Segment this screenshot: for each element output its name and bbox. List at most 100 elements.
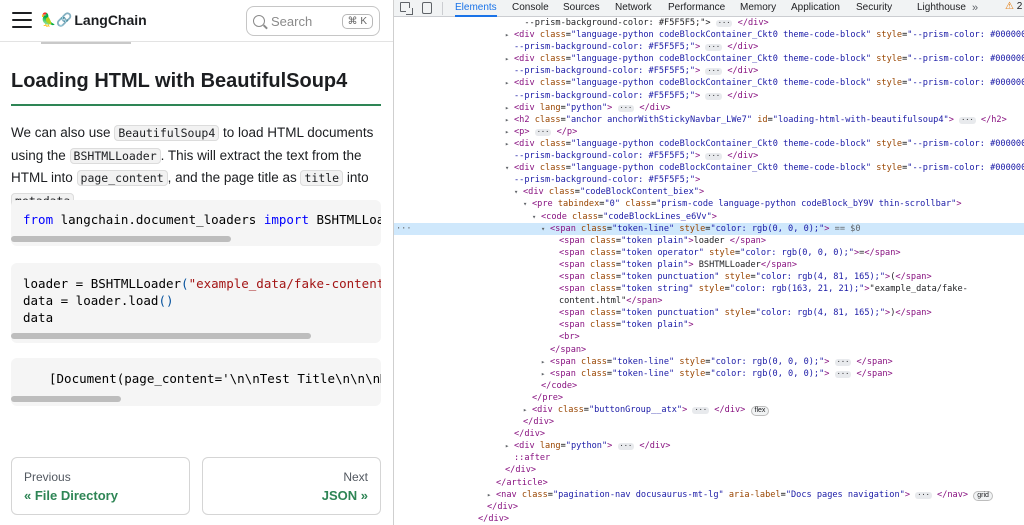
dom-node-line[interactable]: </div> bbox=[394, 501, 1024, 513]
dom-node-line[interactable]: </article> bbox=[394, 477, 1024, 489]
expand-triangle-icon[interactable]: ▸ bbox=[505, 114, 509, 126]
expand-triangle-icon[interactable]: ▸ bbox=[505, 102, 509, 114]
dom-node-line[interactable]: <span class="token punctuation" style="c… bbox=[394, 307, 1024, 319]
dom-node-line[interactable]: ▸ <div lang="python"> ··· </div> bbox=[394, 440, 1024, 452]
dom-node-markup: --prism-background-color: #F5F5F5;"> ···… bbox=[514, 90, 759, 101]
expand-triangle-icon[interactable]: ▸ bbox=[505, 126, 509, 138]
dom-node-line[interactable]: ▸ <div class="language-python codeBlockCo… bbox=[394, 138, 1024, 150]
dom-node-markup: <div class="buttonGroup__atx"> ··· </div… bbox=[532, 404, 770, 416]
expand-triangle-icon[interactable]: ▸ bbox=[505, 29, 509, 41]
collapse-triangle-icon[interactable]: ▾ bbox=[541, 223, 545, 235]
tab-performance[interactable]: Performance bbox=[668, 0, 725, 17]
dom-node-line[interactable]: ▾ <div class="language-python codeBlockCo… bbox=[394, 162, 1024, 174]
tab-application[interactable]: Application bbox=[791, 0, 840, 17]
collapse-triangle-icon[interactable]: ▾ bbox=[514, 186, 518, 198]
dom-node-line[interactable]: ▸ <div class="language-python codeBlockCo… bbox=[394, 29, 1024, 41]
dom-node-line[interactable]: <span class="token plain">loader </span> bbox=[394, 235, 1024, 247]
pagination-next-link[interactable]: Next JSON » bbox=[202, 457, 381, 515]
pager-next-label: JSON » bbox=[321, 488, 368, 503]
dom-node-markup: --prism-background-color: #F5F5F5;"> ···… bbox=[514, 18, 769, 28]
tab-elements[interactable]: Elements bbox=[455, 0, 497, 17]
menu-icon[interactable] bbox=[12, 12, 32, 28]
expand-triangle-icon[interactable]: ▸ bbox=[505, 53, 509, 65]
warning-badge[interactable]: ⚠ 2 bbox=[1005, 1, 1022, 12]
collapse-triangle-icon[interactable]: ▾ bbox=[523, 198, 527, 210]
dom-node-line[interactable]: </div> bbox=[394, 464, 1024, 476]
horizontal-scrollbar[interactable] bbox=[11, 333, 311, 339]
dom-node-line[interactable]: ▸ <nav class="pagination-nav docusaurus-m… bbox=[394, 489, 1024, 501]
dom-node-line[interactable]: ▸ <span class="token-line" style="color: … bbox=[394, 356, 1024, 368]
dom-node-line[interactable]: --prism-background-color: #F5F5F5;"> ···… bbox=[394, 17, 1024, 29]
dom-node-line[interactable]: </pre> bbox=[394, 392, 1024, 404]
more-tabs-chevron-icon[interactable]: » bbox=[972, 0, 978, 16]
dom-node-line[interactable]: ▸ <div class="language-python codeBlockCo… bbox=[394, 53, 1024, 65]
dom-node-line[interactable]: </div> bbox=[394, 513, 1024, 525]
dom-node-line[interactable]: ::after bbox=[394, 452, 1024, 464]
dom-node-line[interactable]: ··· ▾ <span class="token-line" style="colo… bbox=[394, 222, 1024, 235]
dom-node-line[interactable]: ▾ <code class="codeBlockLines_e6Vv"> bbox=[394, 211, 1024, 223]
expand-triangle-icon[interactable]: ▸ bbox=[487, 489, 491, 501]
horizontal-scrollbar[interactable] bbox=[11, 236, 231, 242]
dom-node-line[interactable]: <span class="token punctuation" style="c… bbox=[394, 271, 1024, 283]
dom-node-markup: </div> bbox=[523, 417, 555, 428]
expand-triangle-icon[interactable]: ▸ bbox=[505, 77, 509, 89]
collapse-triangle-icon[interactable]: ▾ bbox=[532, 211, 536, 223]
dom-node-line[interactable]: --prism-background-color: #F5F5F5;"> ···… bbox=[394, 150, 1024, 162]
tab-lighthouse[interactable]: Lighthouse bbox=[917, 0, 966, 17]
dom-node-line[interactable]: <span class="token operator" style="colo… bbox=[394, 247, 1024, 259]
dom-node-line[interactable]: </span> bbox=[394, 344, 1024, 356]
dom-node-markup: <div class="codeBlockContent_biex"> bbox=[523, 187, 705, 198]
dom-node-line[interactable]: <span class="token string" style="color:… bbox=[394, 283, 1024, 295]
dom-node-line[interactable]: ▾ <div class="codeBlockContent_biex"> bbox=[394, 186, 1024, 198]
expand-triangle-icon[interactable]: ▸ bbox=[541, 368, 545, 380]
dom-node-line[interactable]: ▾ <pre tabindex="0" class="prism-code lan… bbox=[394, 198, 1024, 210]
expand-triangle-icon[interactable]: ▸ bbox=[505, 138, 509, 150]
dom-node-line[interactable]: ▸ <div class="buttonGroup__atx"> ··· </di… bbox=[394, 404, 1024, 416]
dom-node-line[interactable]: <span class="token plain"> BSHTMLLoader<… bbox=[394, 259, 1024, 271]
dom-node-line[interactable]: </div> bbox=[394, 416, 1024, 428]
horizontal-scrollbar[interactable] bbox=[11, 396, 121, 402]
code-token: ( bbox=[181, 276, 189, 291]
collapse-triangle-icon[interactable]: ▾ bbox=[505, 162, 509, 174]
expand-triangle-icon[interactable]: ▸ bbox=[541, 356, 545, 368]
dom-node-line[interactable]: --prism-background-color: #F5F5F5;"> bbox=[394, 174, 1024, 186]
dom-node-line[interactable]: ▸ <p> ··· </p> bbox=[394, 126, 1024, 138]
dom-node-line[interactable]: ▸ <h2 class="anchor anchorWithStickyNavba… bbox=[394, 114, 1024, 126]
dom-node-line[interactable]: ▸ <div lang="python"> ··· </div> bbox=[394, 102, 1024, 114]
dom-node-line[interactable]: ▸ <div class="language-python codeBlockCo… bbox=[394, 77, 1024, 89]
dom-node-line[interactable]: </div> bbox=[394, 428, 1024, 440]
search-button[interactable]: Search ⌘ K bbox=[246, 6, 380, 36]
tab-sources[interactable]: Sources bbox=[563, 0, 600, 17]
dom-node-line[interactable]: --prism-background-color: #F5F5F5;"> ···… bbox=[394, 90, 1024, 102]
code-content: from langchain.document_loaders import B… bbox=[11, 200, 381, 238]
node-actions-icon[interactable]: ··· bbox=[394, 223, 414, 235]
dom-node-line[interactable]: <span class="token plain"> </span> bbox=[394, 319, 1024, 331]
dom-node-line[interactable]: </code> bbox=[394, 380, 1024, 392]
tab-console[interactable]: Console bbox=[512, 0, 549, 17]
dom-node-line[interactable]: --prism-background-color: #F5F5F5;"> ···… bbox=[394, 41, 1024, 53]
code-token: BSHTMLLoader bbox=[316, 212, 382, 227]
dom-node-line[interactable]: content.html"</span> bbox=[394, 295, 1024, 307]
code-block-output[interactable]: [Document(page_content='\n\nTest Title\n… bbox=[11, 358, 381, 406]
expand-triangle-icon[interactable]: ▸ bbox=[523, 404, 527, 416]
devtools-tab-bar: Elements Console Sources Network Performance… bbox=[394, 0, 1024, 17]
tab-network[interactable]: Network bbox=[615, 0, 652, 17]
tab-memory[interactable]: Memory bbox=[740, 0, 776, 17]
device-toolbar-icon[interactable] bbox=[422, 2, 432, 14]
inspect-element-icon[interactable] bbox=[400, 2, 413, 15]
dom-node-markup: </code> bbox=[541, 380, 578, 391]
code-block-loader[interactable]: loader = BSHTMLLoader("example_data/fake… bbox=[11, 263, 381, 343]
dom-node-line[interactable]: ▸ <span class="token-line" style="color: … bbox=[394, 368, 1024, 380]
dom-node-line[interactable]: <br> bbox=[394, 331, 1024, 343]
search-placeholder: Search bbox=[271, 13, 313, 29]
pagination-previous-link[interactable]: Previous « File Directory bbox=[11, 457, 190, 515]
dom-node-markup: <span class="token-line" style="color: r… bbox=[550, 368, 893, 379]
dom-node-markup: <span class="token plain"> BSHTMLLoader<… bbox=[559, 259, 798, 270]
dom-node-line[interactable]: --prism-background-color: #F5F5F5;"> ···… bbox=[394, 65, 1024, 77]
brand-link[interactable]: 🦜🔗 LangChain bbox=[40, 12, 147, 28]
dom-node-markup: <div lang="python"> ··· </div> bbox=[514, 102, 671, 113]
code-block-import[interactable]: from langchain.document_loaders import B… bbox=[11, 200, 381, 246]
tab-security[interactable]: Security bbox=[856, 0, 892, 17]
expand-triangle-icon[interactable]: ▸ bbox=[505, 440, 509, 452]
code-token: data = loader.load bbox=[23, 293, 159, 308]
